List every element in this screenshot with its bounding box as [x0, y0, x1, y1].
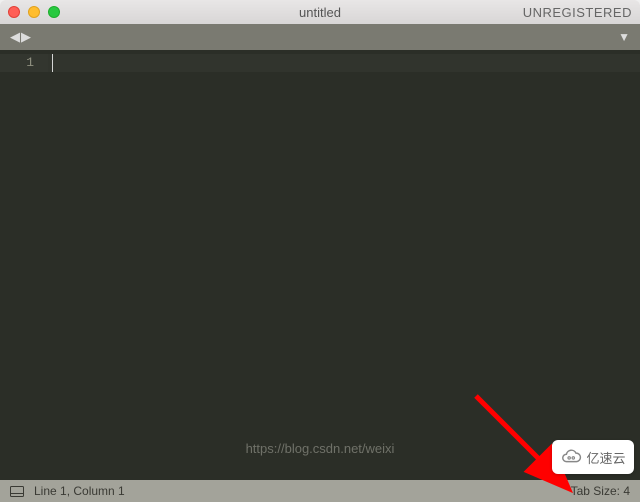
tab-bar: ◀ ▶ ▼ — [0, 24, 640, 50]
tab-overflow-icon[interactable]: ▼ — [618, 30, 630, 44]
cloud-icon — [560, 446, 582, 468]
active-line-highlight — [48, 54, 640, 72]
tab-next-icon[interactable]: ▶ — [21, 29, 31, 45]
tab-size-label[interactable]: Tab Size: 4 — [571, 484, 630, 498]
window-title: untitled — [0, 5, 640, 20]
gutter: 1 — [0, 50, 48, 480]
cursor-position-label[interactable]: Line 1, Column 1 — [34, 484, 125, 498]
watermark-badge-text: 亿速云 — [586, 448, 625, 467]
code-area[interactable] — [48, 50, 640, 480]
line-number: 1 — [0, 54, 48, 72]
tab-prev-icon[interactable]: ◀ — [10, 29, 20, 45]
titlebar: untitled UNREGISTERED — [0, 0, 640, 24]
watermark-badge: 亿速云 — [552, 440, 634, 474]
editor-area[interactable]: 1 https://blog.csdn.net/weixi — [0, 50, 640, 480]
editor-window: untitled UNREGISTERED ◀ ▶ ▼ 1 https://bl… — [0, 0, 640, 502]
tab-nav: ◀ ▶ — [10, 29, 31, 45]
panel-switcher-icon[interactable] — [10, 486, 24, 497]
text-cursor — [52, 54, 53, 72]
status-bar: Line 1, Column 1 Tab Size: 4 — [0, 480, 640, 502]
